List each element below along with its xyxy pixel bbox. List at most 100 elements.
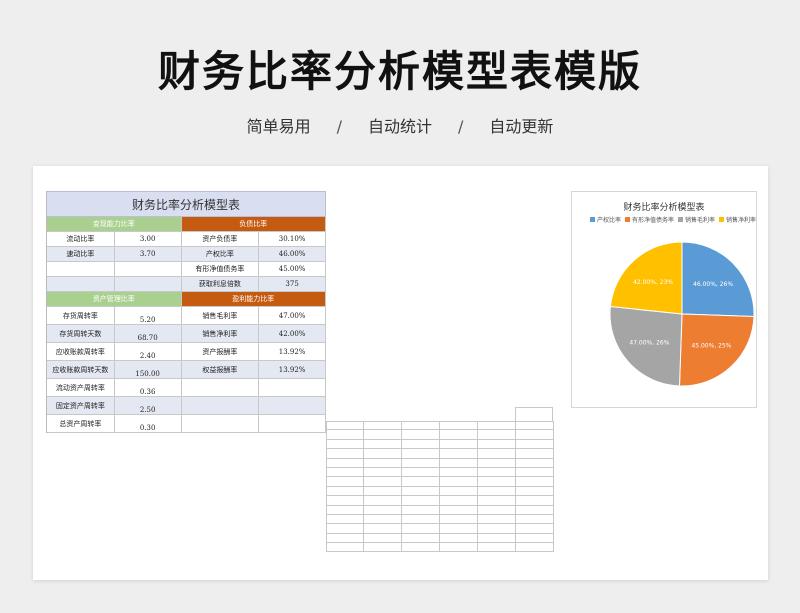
grid-cell[interactable] xyxy=(402,449,440,458)
grid-cell[interactable] xyxy=(402,422,440,430)
grid-cell[interactable] xyxy=(326,449,364,458)
grid-cell[interactable] xyxy=(478,422,516,430)
grid-cell[interactable] xyxy=(516,467,554,477)
grid-cell[interactable] xyxy=(440,449,478,458)
grid-cell[interactable] xyxy=(326,430,364,439)
grid-cell[interactable] xyxy=(440,486,478,496)
section-liquidity[interactable]: 变现能力比率 xyxy=(47,217,182,231)
ratio-label-cell[interactable] xyxy=(182,397,260,414)
grid-cell[interactable] xyxy=(440,514,478,524)
grid-cell[interactable] xyxy=(326,543,364,552)
grid-cell[interactable] xyxy=(326,524,364,533)
grid-cell[interactable] xyxy=(402,430,440,439)
ratio-value-cell[interactable]: 42.00% xyxy=(259,325,326,342)
grid-cell[interactable] xyxy=(440,533,478,543)
grid-cell[interactable] xyxy=(516,524,554,533)
ratio-label-cell[interactable]: 总资产周转率 xyxy=(47,415,115,432)
ratio-value-cell[interactable]: 0.36 xyxy=(115,379,182,396)
grid-cell[interactable] xyxy=(516,430,554,439)
ratio-label-cell[interactable]: 存货周转天数 xyxy=(47,325,115,342)
grid-cell[interactable] xyxy=(516,439,554,449)
grid-cell[interactable] xyxy=(478,524,516,533)
grid-cell[interactable] xyxy=(402,467,440,477)
grid-cell[interactable] xyxy=(364,543,402,552)
grid-cell[interactable] xyxy=(402,477,440,486)
ratio-value-cell[interactable] xyxy=(259,415,326,432)
grid-cell[interactable] xyxy=(516,543,554,552)
ratio-value-cell[interactable]: 13.92% xyxy=(259,361,326,378)
ratio-label-cell[interactable]: 资产报酬率 xyxy=(182,343,260,360)
grid-cell[interactable] xyxy=(402,543,440,552)
grid-cell[interactable] xyxy=(478,439,516,449)
grid-cell[interactable] xyxy=(364,458,402,467)
grid-cell[interactable] xyxy=(478,505,516,514)
grid-cell[interactable] xyxy=(326,458,364,467)
grid-cell[interactable] xyxy=(440,430,478,439)
grid-cell[interactable] xyxy=(364,439,402,449)
grid-cell[interactable] xyxy=(402,533,440,543)
grid-cell[interactable] xyxy=(364,533,402,543)
grid-cell[interactable] xyxy=(440,422,478,430)
grid-cell[interactable] xyxy=(478,430,516,439)
grid-cell[interactable] xyxy=(402,514,440,524)
ratio-label-cell[interactable]: 应收账款周转率 xyxy=(47,343,115,360)
ratio-label-cell[interactable]: 产权比率 xyxy=(182,247,260,261)
grid-cell[interactable] xyxy=(440,467,478,477)
grid-cell[interactable] xyxy=(326,439,364,449)
grid-cell[interactable] xyxy=(478,533,516,543)
grid-cell[interactable] xyxy=(364,486,402,496)
grid-cell[interactable] xyxy=(402,505,440,514)
grid-cell[interactable] xyxy=(440,496,478,505)
grid-cell[interactable] xyxy=(478,458,516,467)
grid-cell[interactable] xyxy=(440,439,478,449)
pie-chart[interactable]: 46.00%, 26% 45.00%, 25% 47.00%, 26% 42.00%,… xyxy=(571,191,757,408)
grid-cell[interactable] xyxy=(440,543,478,552)
ratio-label-cell[interactable]: 获取利息倍数 xyxy=(182,277,260,291)
ratio-value-cell[interactable]: 30.10% xyxy=(259,232,326,246)
grid-cell[interactable] xyxy=(478,449,516,458)
ratio-value-cell[interactable]: 13.92% xyxy=(259,343,326,360)
ratio-label-cell[interactable] xyxy=(47,262,115,276)
grid-cell[interactable] xyxy=(364,514,402,524)
grid-cell[interactable] xyxy=(326,533,364,543)
grid-cell[interactable] xyxy=(516,533,554,543)
grid-cell[interactable] xyxy=(478,486,516,496)
ratio-label-cell[interactable]: 流动比率 xyxy=(47,232,115,246)
grid-cell[interactable] xyxy=(364,496,402,505)
pie-slice[interactable] xyxy=(681,241,755,318)
ratio-value-cell[interactable]: 3.70 xyxy=(115,247,182,261)
ratio-value-cell[interactable]: 2.50 xyxy=(115,397,182,414)
grid-cell[interactable] xyxy=(478,514,516,524)
grid-cell[interactable] xyxy=(516,496,554,505)
grid-cell[interactable] xyxy=(364,467,402,477)
grid-cell[interactable] xyxy=(516,477,554,486)
grid-cell[interactable] xyxy=(364,477,402,486)
ratio-value-cell[interactable]: 0.30 xyxy=(115,415,182,432)
ratio-value-cell[interactable]: 2.40 xyxy=(115,343,182,360)
ratio-label-cell[interactable] xyxy=(182,415,260,432)
grid-cell[interactable] xyxy=(516,486,554,496)
grid-cell[interactable] xyxy=(402,439,440,449)
ratio-label-cell[interactable]: 销售毛利率 xyxy=(182,307,260,324)
ratio-label-cell[interactable]: 固定资产周转率 xyxy=(47,397,115,414)
grid-cell[interactable] xyxy=(516,449,554,458)
grid-cell[interactable] xyxy=(516,514,554,524)
pie-slice[interactable] xyxy=(678,313,755,387)
grid-cell[interactable] xyxy=(326,477,364,486)
grid-cell[interactable] xyxy=(402,496,440,505)
ratio-value-cell[interactable]: 45.00% xyxy=(259,262,326,276)
grid-cell[interactable] xyxy=(402,458,440,467)
grid-cell[interactable] xyxy=(440,477,478,486)
ratio-label-cell[interactable] xyxy=(47,277,115,291)
grid-cell[interactable] xyxy=(402,486,440,496)
ratio-label-cell[interactable]: 存货周转率 xyxy=(47,307,115,324)
ratio-label-cell[interactable]: 资产负债率 xyxy=(182,232,260,246)
ratio-value-cell[interactable]: 375 xyxy=(259,277,326,291)
grid-cell[interactable] xyxy=(516,458,554,467)
grid-cell[interactable] xyxy=(326,505,364,514)
ratio-label-cell[interactable]: 速动比率 xyxy=(47,247,115,261)
grid-cell[interactable] xyxy=(364,505,402,514)
ratio-value-cell[interactable]: 47.00% xyxy=(259,307,326,324)
grid-cell[interactable] xyxy=(515,407,553,421)
ratio-value-cell[interactable] xyxy=(115,277,182,291)
